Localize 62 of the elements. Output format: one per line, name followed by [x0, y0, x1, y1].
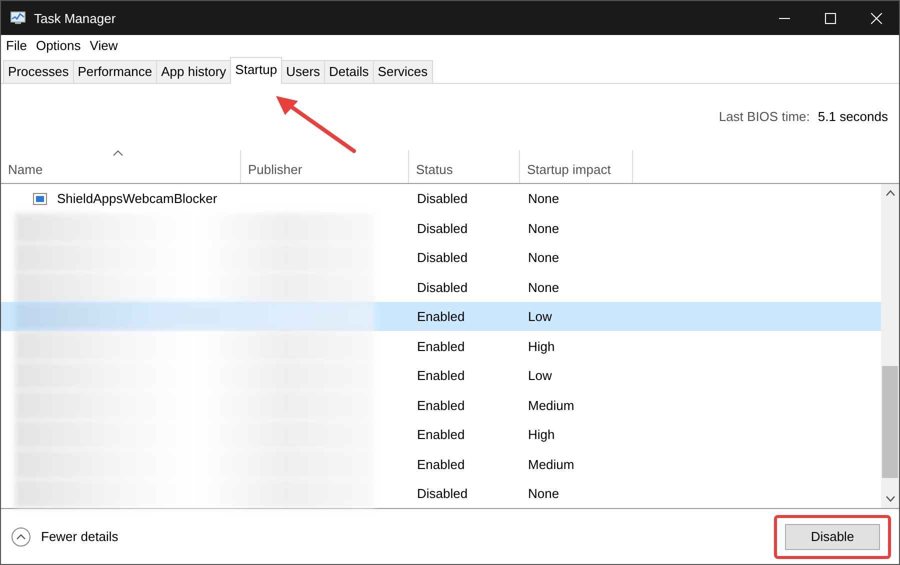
column-label: Name — [8, 162, 43, 177]
table-cell-text: Low — [527, 368, 553, 384]
tab[interactable]: Processes — [3, 60, 74, 83]
column-header[interactable]: Publisher — [241, 150, 409, 183]
table-cell-text: Enabled — [416, 338, 466, 354]
table-row[interactable]: Disabled None — [1, 213, 881, 243]
tab[interactable]: App history — [156, 60, 232, 83]
menu-item[interactable]: View — [90, 38, 118, 53]
column-header[interactable]: Name — [1, 150, 241, 183]
scrollbar[interactable] — [881, 184, 899, 508]
menu-item[interactable]: Options — [36, 38, 81, 53]
table-cell-text: Medium — [527, 398, 576, 413]
table-cell-text: Medium — [527, 456, 576, 472]
table-cell-text: High — [527, 427, 556, 442]
table-row[interactable]: Enabled High — [1, 420, 881, 450]
table-cell-text: Enabled — [416, 309, 466, 324]
table-cell-text: High — [527, 338, 556, 354]
column-header[interactable]: Status — [409, 150, 520, 183]
window-title: Task Manager — [34, 10, 116, 26]
table-cell-text: None — [527, 250, 560, 266]
table-cell-text: Enabled — [416, 456, 466, 472]
menu-item[interactable]: File — [6, 38, 27, 53]
table-row[interactable]: Disabled None — [1, 478, 881, 508]
table-row[interactable]: ShieldAppsWebcamBlocker Disabled None — [1, 184, 881, 214]
column-label: Startup impact — [527, 162, 611, 177]
table-row[interactable]: Enabled Medium — [1, 449, 881, 479]
table-cell-text: Disabled — [416, 250, 469, 266]
table-cell-text: Enabled — [416, 368, 466, 384]
table-cell-text: None — [527, 191, 560, 206]
column-label: Status — [416, 162, 453, 177]
collapse-icon — [11, 526, 31, 547]
table-cell-text: None — [527, 280, 560, 295]
bios-value: 5.1 seconds — [818, 109, 888, 124]
table-row[interactable]: Enabled Medium — [1, 390, 881, 420]
table-cell-text: None — [527, 486, 560, 502]
table-cell-text: Disabled — [416, 486, 469, 502]
table-cell-text: Low — [527, 309, 553, 324]
bios-label: Last BIOS time: — [718, 109, 810, 124]
table-cell-text: Enabled — [416, 398, 466, 413]
table-cell: ShieldAppsWebcamBlocker — [57, 191, 218, 206]
table-row[interactable]: Disabled None — [1, 272, 881, 302]
disable-button[interactable]: Disable — [785, 524, 880, 550]
table-cell-text: Disabled — [416, 191, 469, 206]
tab[interactable]: Performance — [72, 60, 158, 83]
tab[interactable]: Details — [324, 60, 374, 83]
column-label: Publisher — [248, 162, 302, 177]
table-cell-text: None — [527, 220, 560, 236]
fewer-details-link[interactable]: Fewer details — [11, 526, 118, 547]
scroll-thumb[interactable] — [882, 366, 898, 478]
table-row[interactable]: Enabled Low — [1, 360, 881, 390]
table-cell-text: Disabled — [416, 280, 469, 295]
table-row[interactable]: Enabled High — [1, 331, 881, 361]
table-row[interactable]: Enabled Low — [1, 302, 881, 332]
table-cell-text: Disabled — [416, 220, 469, 236]
column-header[interactable]: Startup impact — [520, 150, 633, 183]
app-icon — [10, 11, 26, 25]
app-icon — [33, 192, 47, 205]
table-row[interactable]: Disabled None — [1, 242, 881, 272]
tab[interactable]: Users — [281, 60, 326, 83]
tab[interactable]: Startup — [230, 56, 282, 84]
table-cell-text: Enabled — [416, 427, 466, 442]
tab[interactable]: Services — [372, 60, 433, 83]
